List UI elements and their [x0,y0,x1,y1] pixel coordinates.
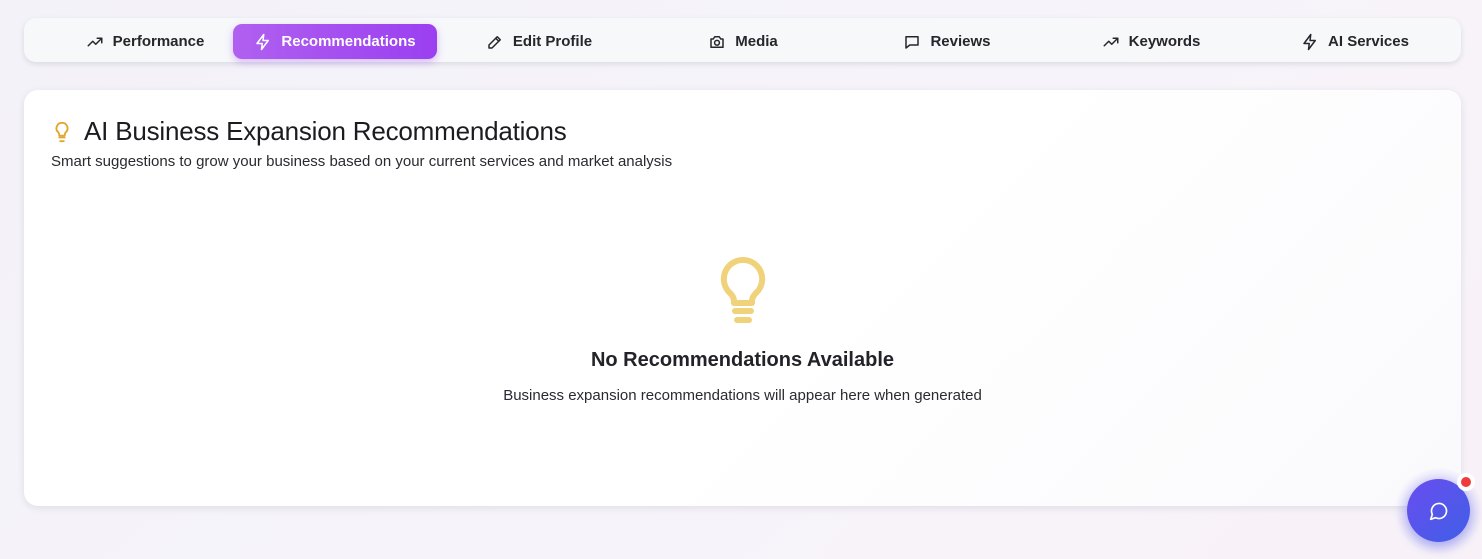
tab-keywords[interactable]: Keywords [1049,24,1253,59]
lightning-icon [256,33,270,50]
pencil-icon [488,35,501,49]
tab-bar: Performance Recommendations Edit Profile… [24,18,1461,62]
camera-icon [710,35,724,48]
trending-up-icon [1103,37,1119,46]
notification-badge [1457,473,1475,491]
tab-label: Media [735,33,778,50]
tab-media[interactable]: Media [641,24,845,59]
empty-state-text: Business expansion recommendations will … [503,387,982,404]
empty-state-title: No Recommendations Available [590,349,895,371]
chat-bubble-icon [1429,502,1447,520]
section-subtitle: Smart suggestions to grow your business … [51,153,673,170]
tab-label: Recommendations [281,33,416,50]
tab-recommendations[interactable]: Recommendations [233,24,437,59]
tab-reviews[interactable]: Reviews [845,24,1049,59]
tab-performance[interactable]: Performance [43,24,247,59]
tab-label: Reviews [930,33,991,50]
tab-label: Keywords [1128,33,1201,50]
notification-dot [1461,477,1471,487]
tab-label: Performance [112,33,205,50]
lightning-icon [1303,33,1317,50]
section-header: AI Business Expansion Recommendations [51,116,567,147]
tab-label: Edit Profile [512,33,593,50]
lightbulb-icon [720,256,766,323]
lightbulb-icon [55,121,69,142]
section-title: AI Business Expansion Recommendations [84,116,567,146]
tab-label: AI Services [1328,33,1409,50]
message-square-icon [905,35,920,49]
tab-edit-profile[interactable]: Edit Profile [437,24,641,59]
tab-ai-services[interactable]: AI Services [1253,24,1457,59]
recommendations-card: AI Business Expansion Recommendations Sm… [24,90,1461,506]
trending-up-icon [87,37,103,46]
